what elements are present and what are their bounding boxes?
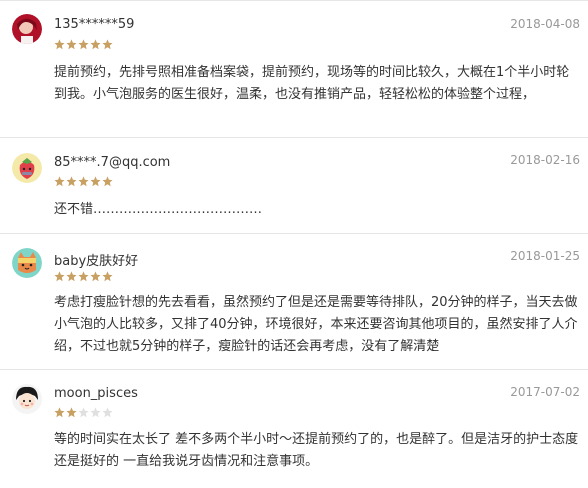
review-content: 考虑打瘦脸针想的先去看看，虽然预约了但是还是需要等待排队，20分钟的样子，当天去… [54, 295, 578, 354]
star-filled-icon [54, 176, 65, 187]
star-filled-icon [66, 39, 77, 50]
review-username[interactable]: baby皮肤好好 [54, 250, 138, 269]
star-filled-icon [90, 176, 101, 187]
strawberry-avatar-icon[interactable] [12, 153, 42, 183]
star-filled-icon [66, 271, 77, 282]
girl-avatar-icon[interactable] [12, 14, 42, 44]
review-content: 等的时间实在太长了 差不多两个半小时～还提前预约了的，也是醉了。但是洁牙的护士态… [54, 432, 579, 469]
star-filled-icon [54, 271, 65, 282]
star-filled-icon [102, 271, 113, 282]
review-date: 2018-04-08 [510, 17, 580, 31]
review-date: 2017-07-02 [510, 385, 580, 399]
rating-stars [54, 176, 114, 188]
review-date: 2018-01-25 [510, 249, 580, 263]
rating-stars [54, 39, 114, 51]
star-filled-icon [102, 39, 113, 50]
review-item: moon_pisces 2017-07-02 等的时间实在太长了 差不多两个半小… [0, 370, 588, 488]
star-empty-icon [90, 407, 101, 418]
cartoon-girl-avatar-icon[interactable] [12, 384, 42, 414]
star-filled-icon [54, 39, 65, 50]
review-content: 还不错………………………………… [54, 202, 263, 217]
review-date: 2018-02-16 [510, 153, 580, 167]
star-filled-icon [102, 176, 113, 187]
review-username[interactable]: 135******59 [54, 17, 134, 32]
star-filled-icon [78, 271, 89, 282]
star-empty-icon [102, 407, 113, 418]
star-filled-icon [90, 271, 101, 282]
review-item: baby皮肤好好 2018-01-25 考虑打瘦脸针想的先去看看，虽然预约了但是… [0, 234, 588, 370]
star-filled-icon [78, 176, 89, 187]
review-item: 135******59 2018-04-08 提前预约，先排号照相准备档案袋，提… [0, 0, 588, 138]
star-filled-icon [78, 39, 89, 50]
star-filled-icon [54, 407, 65, 418]
review-username[interactable]: 85****.7@qq.com [54, 155, 170, 170]
star-filled-icon [66, 176, 77, 187]
cat-avatar-icon[interactable] [12, 248, 42, 278]
rating-stars [54, 271, 114, 283]
rating-stars [54, 407, 114, 419]
review-content: 提前预约，先排号照相准备档案袋，提前预约，现场等的时间比较久，大概在1个半小时轮… [54, 65, 570, 102]
review-username[interactable]: moon_pisces [54, 386, 138, 401]
star-filled-icon [66, 407, 77, 418]
star-filled-icon [90, 39, 101, 50]
star-empty-icon [78, 407, 89, 418]
review-item: 85****.7@qq.com 2018-02-16 还不错…………………………… [0, 138, 588, 234]
